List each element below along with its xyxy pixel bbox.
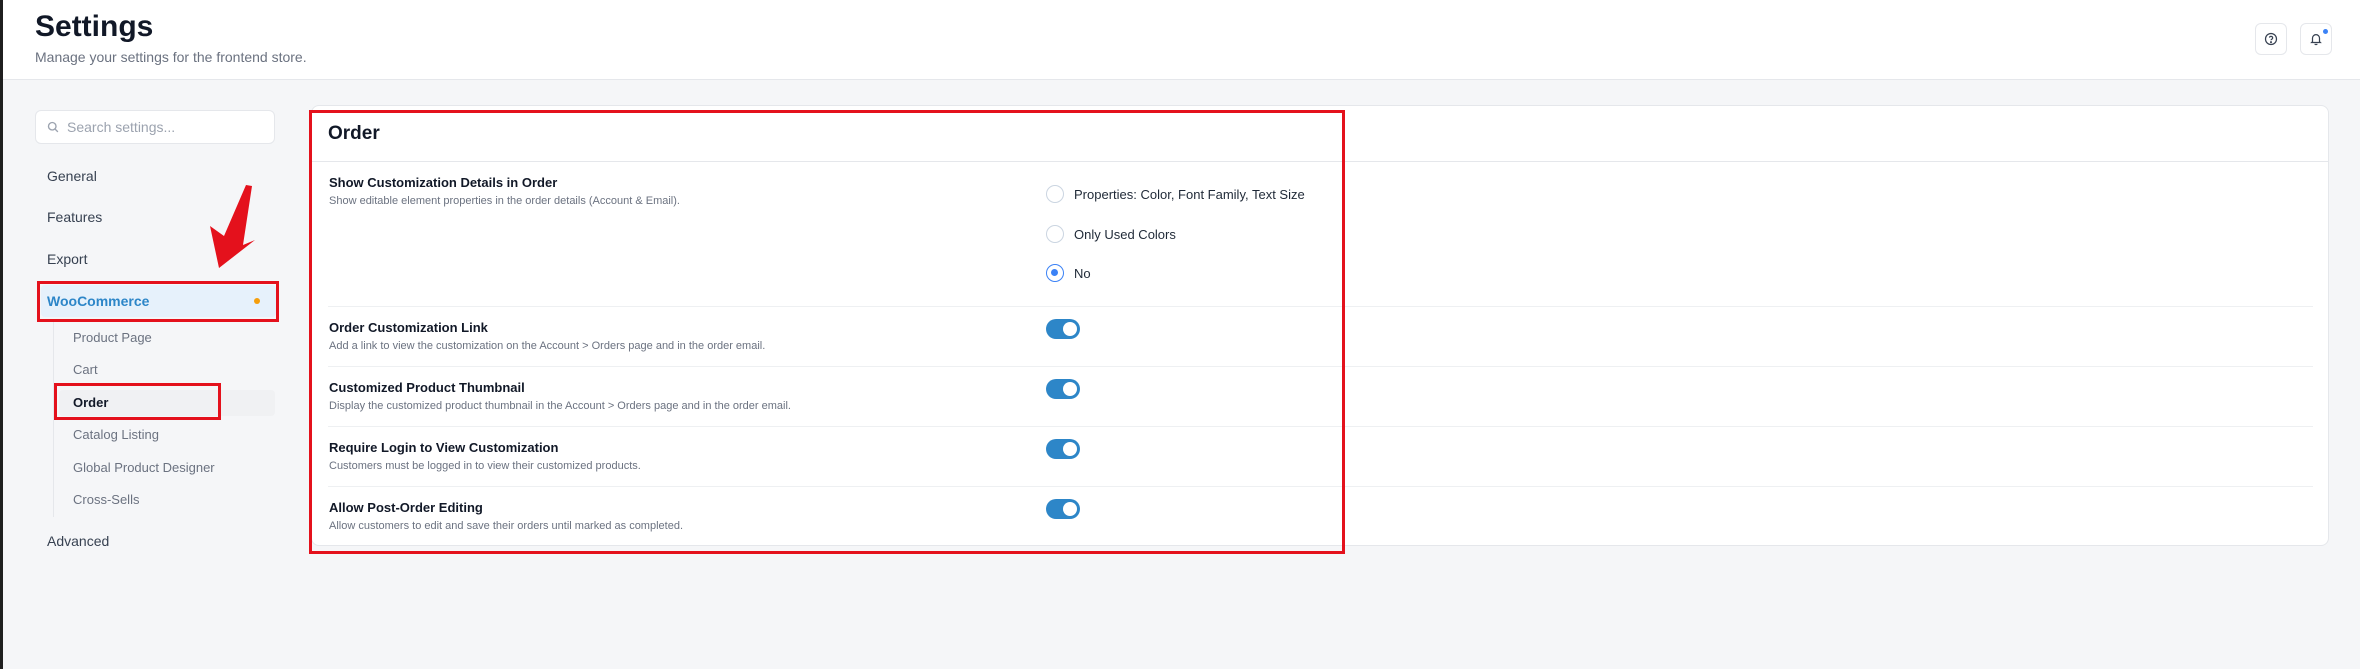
sidebar-subitem-product-page[interactable]: Product Page — [73, 330, 152, 345]
search-icon — [47, 121, 59, 133]
annotation-box-order — [54, 383, 221, 420]
notification-dot — [2323, 29, 2328, 34]
page-subtitle: Manage your settings for the frontend st… — [35, 49, 307, 65]
help-circle-icon — [2264, 32, 2278, 46]
sidebar-subitem-cross-sells[interactable]: Cross-Sells — [73, 492, 139, 507]
window-edge — [0, 0, 3, 669]
sidebar-item-features[interactable]: Features — [47, 209, 102, 225]
sidebar-subitem-cart[interactable]: Cart — [73, 362, 98, 377]
settings-search[interactable] — [35, 110, 275, 144]
sidebar-subitem-catalog-listing[interactable]: Catalog Listing — [73, 427, 159, 442]
search-input[interactable] — [67, 119, 257, 135]
page-header: Settings Manage your settings for the fr… — [3, 0, 2360, 80]
sidebar-subitem-global-product-designer[interactable]: Global Product Designer — [73, 460, 215, 475]
sidebar-item-export[interactable]: Export — [47, 251, 87, 267]
help-button[interactable] — [2255, 23, 2287, 55]
page-title: Settings — [35, 10, 154, 43]
sidebar-item-general[interactable]: General — [47, 168, 97, 184]
sidebar-item-advanced[interactable]: Advanced — [47, 533, 109, 549]
notifications-button[interactable] — [2300, 23, 2332, 55]
bell-icon — [2310, 34, 2322, 46]
annotation-box-woocommerce — [37, 281, 279, 322]
annotation-arrow-icon — [210, 185, 255, 268]
annotation-box-panel — [309, 110, 1345, 554]
